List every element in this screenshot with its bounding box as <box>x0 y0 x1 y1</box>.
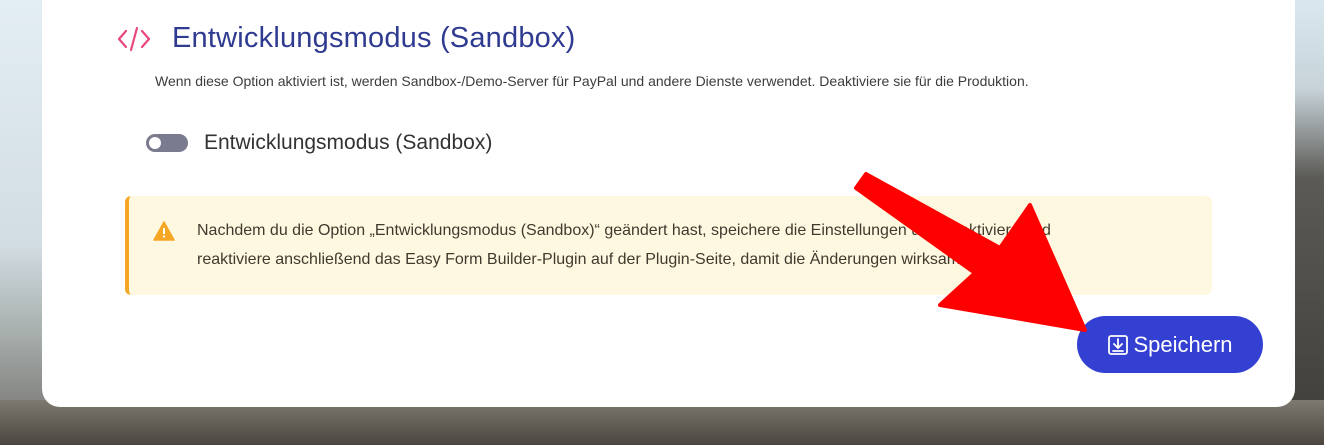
warning-icon <box>153 221 175 241</box>
toggle-knob <box>149 137 161 149</box>
sandbox-toggle-label: Entwicklungsmodus (Sandbox) <box>204 131 493 154</box>
save-button[interactable]: Speichern <box>1077 316 1263 373</box>
notice-text: Nachdem du die Option „Entwicklungsmodus… <box>197 216 1187 274</box>
save-icon <box>1108 334 1129 355</box>
section-title: Entwicklungsmodus (Sandbox) <box>172 22 576 54</box>
notice-line-2: reaktiviere anschließend das Easy Form B… <box>197 251 1022 268</box>
section-description: Wenn diese Option aktiviert ist, werden … <box>155 73 1029 89</box>
warning-notice: Nachdem du die Option „Entwicklungsmodus… <box>125 196 1212 295</box>
section-header: Entwicklungsmodus (Sandbox) <box>116 22 576 55</box>
sandbox-toggle-row[interactable]: Entwicklungsmodus (Sandbox) <box>146 131 492 155</box>
save-button-label: Speichern <box>1133 331 1233 357</box>
code-icon <box>117 26 151 51</box>
notice-line-1: Nachdem du die Option „Entwicklungsmodus… <box>197 222 1051 239</box>
sandbox-toggle-switch[interactable] <box>146 134 188 152</box>
settings-card: Entwicklungsmodus (Sandbox) Wenn diese O… <box>42 0 1295 407</box>
